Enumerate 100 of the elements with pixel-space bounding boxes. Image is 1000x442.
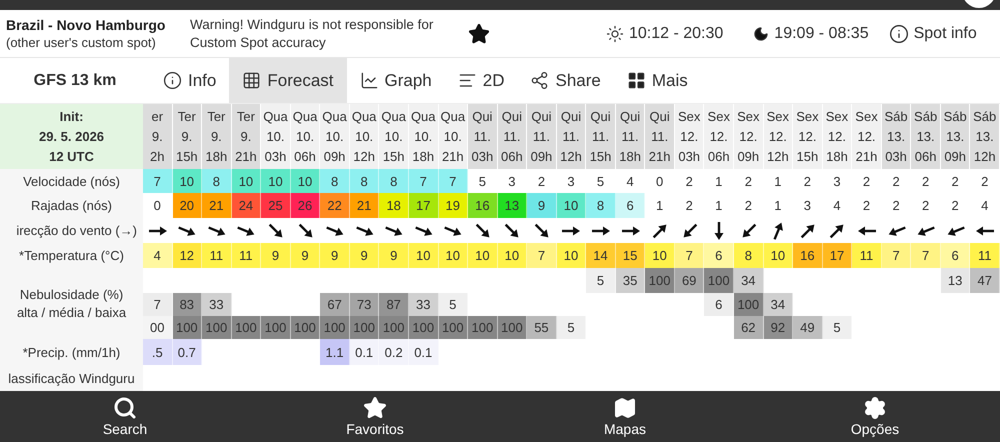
gust-cell: 21 bbox=[202, 193, 232, 218]
time-header: Sex 12. 09h bbox=[734, 104, 764, 169]
temperature-cell: 7 bbox=[911, 243, 941, 268]
tab[interactable]: Info bbox=[150, 58, 230, 103]
cloud-cell: 7 bbox=[143, 293, 173, 316]
temperature-cell: 10 bbox=[468, 243, 498, 268]
tab[interactable]: Graph bbox=[346, 58, 445, 103]
temperature-cell: 15 bbox=[616, 243, 646, 268]
speed-cell: 10 bbox=[290, 169, 320, 193]
cloud-cell: 34 bbox=[764, 293, 794, 316]
temperature-cell: 9 bbox=[379, 243, 409, 268]
cloud-cell: 55 bbox=[527, 316, 557, 339]
speed-cell: 7 bbox=[438, 169, 468, 193]
cloud-cell: 100 bbox=[408, 316, 439, 339]
spot-subtitle: (other user's custom spot) bbox=[6, 34, 157, 52]
time-header: Sex 12. 15h bbox=[793, 104, 823, 169]
cloud-cell: 49 bbox=[793, 316, 823, 339]
star-icon[interactable] bbox=[468, 22, 490, 44]
nav-item[interactable]: Opções bbox=[750, 391, 1000, 442]
cloud-cell: 13 bbox=[940, 268, 970, 293]
speed-cell: 8 bbox=[320, 169, 350, 193]
cloud-cell: 100 bbox=[734, 293, 764, 316]
speed-cell: 8 bbox=[202, 169, 232, 193]
sun-times: 10:12 - 20:30 bbox=[629, 24, 724, 42]
info-icon bbox=[163, 71, 182, 90]
time-header: Sáb 13. 06h bbox=[911, 104, 941, 169]
gust-cell: 20 bbox=[172, 193, 202, 218]
cloud-cell: 100 bbox=[468, 316, 498, 339]
gust-cell: 17 bbox=[408, 193, 439, 218]
cloud-cell: 92 bbox=[764, 316, 794, 339]
temperature-cell: 8 bbox=[734, 243, 764, 268]
time-header: Sáb 13. 09h bbox=[940, 104, 970, 169]
tab[interactable]: Forecast bbox=[229, 58, 346, 103]
temperature-cell: 10 bbox=[438, 243, 468, 268]
temperature-cell: 11 bbox=[202, 243, 232, 268]
init-text: 29. 5. 2026 bbox=[38, 128, 104, 146]
cloud-cell: 100 bbox=[379, 316, 409, 339]
cloud-cell: 47 bbox=[970, 268, 1000, 293]
row-label: Nebulosidade (%) bbox=[20, 286, 124, 304]
cloud-cell: 83 bbox=[172, 293, 202, 316]
moon-icon bbox=[753, 26, 770, 42]
precip-cell: 0.1 bbox=[408, 339, 439, 365]
speed-cell: 10 bbox=[261, 169, 291, 193]
gust-cell: 24 bbox=[232, 193, 262, 218]
info-icon[interactable] bbox=[888, 24, 909, 44]
time-header: Ter 9. 15h bbox=[172, 104, 202, 169]
nav-item[interactable]: Mapas bbox=[500, 391, 750, 442]
time-header: Sáb 13. 03h bbox=[882, 104, 912, 169]
row-label: Velocidade (nós) bbox=[0, 169, 143, 193]
time-header: Qui 11. 15h bbox=[586, 104, 616, 169]
star-icon bbox=[363, 396, 387, 420]
temperature-cell: 9 bbox=[320, 243, 350, 268]
temperature-cell: 7 bbox=[674, 243, 704, 268]
time-header: Ter 9. 21h bbox=[232, 104, 262, 169]
time-header: Qua 10. 03h bbox=[261, 104, 291, 169]
gust-cell: 21 bbox=[350, 193, 380, 218]
cloud-cell: 87 bbox=[379, 293, 409, 316]
time-header: Sex 12. 06h bbox=[704, 104, 734, 169]
time-header: Qui 11. 06h bbox=[498, 104, 528, 169]
cloud-cell: 6 bbox=[704, 293, 734, 316]
search-icon bbox=[113, 396, 137, 420]
spot-info-link[interactable]: Spot info bbox=[914, 24, 977, 42]
nav-item[interactable]: Favoritos bbox=[250, 391, 500, 442]
map-icon bbox=[613, 396, 637, 420]
temperature-cell: 10 bbox=[645, 243, 675, 268]
gust-cell: 25 bbox=[261, 193, 291, 218]
tab[interactable]: Share bbox=[517, 58, 614, 103]
temperature-cell: 17 bbox=[822, 243, 852, 268]
temperature-cell: 9 bbox=[350, 243, 380, 268]
tab[interactable]: 2D bbox=[444, 58, 518, 103]
gust-cell: 22 bbox=[320, 193, 350, 218]
row-label: *Temperatura (°C) bbox=[0, 243, 143, 268]
cloud-cell: 100 bbox=[320, 316, 350, 339]
cloud-cell: 69 bbox=[674, 268, 704, 293]
nav-item[interactable]: Search bbox=[0, 391, 250, 442]
temperature-cell: 9 bbox=[261, 243, 291, 268]
time-header: Sex 12. 21h bbox=[852, 104, 882, 169]
row-sublabel: alta / média / baixa bbox=[16, 304, 126, 322]
cloud-cell: 100 bbox=[202, 316, 232, 339]
speed-cell: 10 bbox=[172, 169, 202, 193]
cloud-cell: 100 bbox=[261, 316, 291, 339]
precip-cell: 0.1 bbox=[350, 339, 380, 365]
temperature-cell: 14 bbox=[586, 243, 616, 268]
tab[interactable]: Mais bbox=[614, 58, 701, 103]
gust-cell: 26 bbox=[290, 193, 320, 218]
cloud-cell: 100 bbox=[172, 316, 202, 339]
temperature-cell: 7 bbox=[882, 243, 912, 268]
cloud-cell: 73 bbox=[350, 293, 380, 316]
cloud-cell: 100 bbox=[438, 316, 468, 339]
time-header: Qui 11. 21h bbox=[645, 104, 675, 169]
cloud-cell: 5 bbox=[438, 293, 468, 316]
cloud-cell: 5 bbox=[822, 316, 852, 339]
gust-cell: 16 bbox=[468, 193, 498, 218]
temperature-cell: 4 bbox=[143, 243, 173, 268]
time-header: Sex 12. 18h bbox=[822, 104, 852, 169]
share-icon bbox=[530, 71, 550, 90]
temperature-cell: 10 bbox=[764, 243, 794, 268]
time-header: Qua 10. 06h bbox=[290, 104, 320, 169]
temperature-cell: 7 bbox=[527, 243, 557, 268]
gust-cell: 10 bbox=[556, 193, 586, 218]
